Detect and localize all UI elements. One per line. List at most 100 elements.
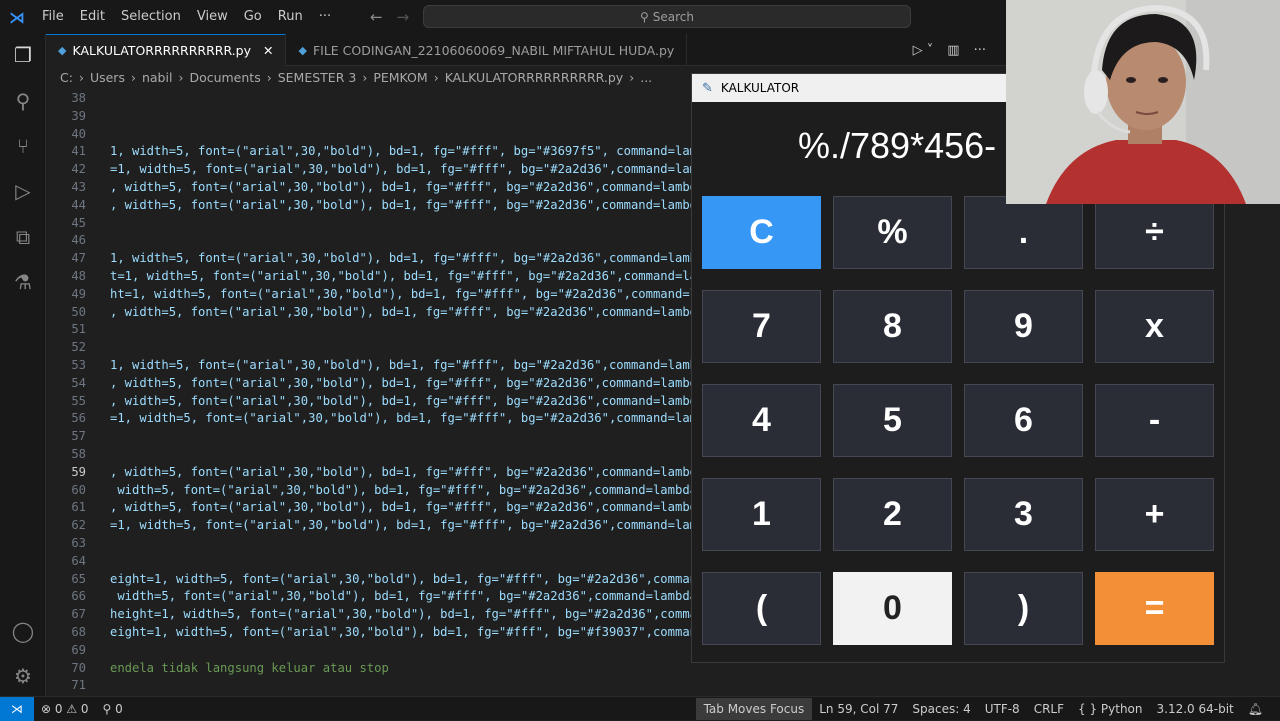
breadcrumb-item[interactable]: ... <box>640 70 652 85</box>
encoding[interactable]: UTF-8 <box>978 702 1027 716</box>
breadcrumb-item[interactable]: C: <box>60 70 73 85</box>
calc-key[interactable]: - <box>1095 384 1214 457</box>
code-line: 71 <box>46 676 691 694</box>
code-line: 57 <box>46 427 691 445</box>
calc-key[interactable]: 1 <box>702 478 821 551</box>
menu-item[interactable]: Run <box>270 0 311 34</box>
tk-feather-icon: ✎ <box>702 80 713 96</box>
problems-indicator[interactable]: ⊗ 0 ⚠ 0 <box>34 702 96 716</box>
menu-item[interactable]: Selection <box>113 0 189 34</box>
breadcrumb-item[interactable]: PEMKOM <box>373 70 427 85</box>
calc-key[interactable]: % <box>833 196 952 269</box>
line-number: 46 <box>71 233 86 248</box>
remote-indicator-icon[interactable]: ⋊ <box>0 696 34 721</box>
breadcrumb-item[interactable]: Documents <box>189 70 260 85</box>
close-tab-icon[interactable]: ✕ <box>263 43 273 58</box>
language-mode[interactable]: { } Python <box>1071 702 1150 716</box>
line-number: 45 <box>71 215 86 230</box>
account-icon[interactable]: ◯ <box>10 618 36 644</box>
line-number: 67 <box>71 607 86 622</box>
tab-file-codingan[interactable]: ◆ FILE CODINGAN_22106060069_NABIL MIFTAH… <box>286 34 688 66</box>
tab-label: FILE CODINGAN_22106060069_NABIL MIFTAHUL… <box>312 42 675 58</box>
code-editor[interactable]: 38 39 40 41 1, width=5, font=("arial",30,"bo… <box>46 88 691 695</box>
code-text: 1, width=5, font=("arial",30,"bold"), bd… <box>110 144 691 159</box>
code-text: , width=5, font=("arial",30,"bold"), bd=… <box>110 180 691 194</box>
search-view-icon[interactable]: ⚲ <box>10 88 36 114</box>
ports-indicator[interactable]: ⚲ 0 <box>96 702 130 716</box>
calc-key[interactable]: ( <box>702 572 821 645</box>
code-line: 46 <box>46 231 691 249</box>
code-line: 43 , width=5, font=("arial",30,"bold"), b… <box>46 178 691 196</box>
line-number: 70 <box>71 660 86 675</box>
indentation[interactable]: Spaces: 4 <box>905 702 977 716</box>
line-number: 50 <box>71 304 86 319</box>
source-control-icon[interactable]: ⑂ <box>10 133 36 159</box>
code-text: , width=5, font=("arial",30,"bold"), bd=… <box>110 375 691 390</box>
calc-key[interactable]: = <box>1095 572 1214 645</box>
breadcrumb-item[interactable]: nabil <box>142 70 172 85</box>
calc-key[interactable]: 8 <box>833 290 952 363</box>
calc-key[interactable]: 4 <box>702 384 821 457</box>
title-bar: ⋊ File Edit Selection View Go Run ··· ← → ⚲ Se… <box>0 0 1010 34</box>
breadcrumb-item[interactable]: SEMESTER 3 <box>278 70 357 85</box>
cursor-position[interactable]: Ln 59, Col 77 <box>812 702 905 716</box>
code-line: 62 =1, width=5, font=("arial",30,"bold"),… <box>46 516 691 534</box>
breadcrumb-separator: › <box>130 69 136 85</box>
breadcrumb-item[interactable]: Users <box>90 70 125 85</box>
notifications-bell-icon[interactable]: 🔔︎ <box>1241 702 1270 716</box>
tab-moves-focus[interactable]: Tab Moves Focus <box>695 697 813 720</box>
calc-key[interactable]: . <box>964 196 1083 269</box>
extensions-icon[interactable]: ⧉ <box>10 224 36 250</box>
settings-gear-icon[interactable]: ⚙ <box>10 663 36 689</box>
calc-key[interactable]: C <box>702 196 821 269</box>
code-line: 44 , width=5, font=("arial",30,"bold"), b… <box>46 196 691 214</box>
calc-key[interactable]: 6 <box>964 384 1083 457</box>
run-python-icon[interactable]: ▷ ˅ <box>913 43 934 58</box>
calc-key[interactable]: 0 <box>833 572 952 645</box>
calc-key[interactable]: ÷ <box>1095 196 1214 269</box>
calc-key[interactable]: 9 <box>964 290 1083 363</box>
editor-actions: ▷ ˅ ▥ ··· <box>913 34 986 66</box>
code-text: =1, width=5, font=("arial",30,"bold"), b… <box>110 518 691 533</box>
tab-kalkulator[interactable]: ◆ KALKULATORRRRRRRRRR.py ✕ <box>46 34 287 66</box>
code-line: 41 1, width=5, font=("arial",30,"bold"), … <box>46 142 691 160</box>
nav-arrows: ← → <box>370 0 409 34</box>
more-actions-icon[interactable]: ··· <box>974 43 986 58</box>
calc-key[interactable]: 3 <box>964 478 1083 551</box>
calc-key[interactable]: 2 <box>833 478 952 551</box>
menu-item[interactable]: View <box>189 0 236 34</box>
menu-more[interactable]: ··· <box>311 0 339 34</box>
code-text: , width=5, font=("arial",30,"bold"), bd=… <box>110 393 691 408</box>
calc-key[interactable]: x <box>1095 290 1214 363</box>
menu-item[interactable]: Go <box>236 0 270 34</box>
forward-arrow-icon[interactable]: → <box>397 8 410 26</box>
code-text: 1, width=5, font=("arial",30,"bold"), bd… <box>110 358 691 372</box>
calc-key[interactable]: 5 <box>833 384 952 457</box>
line-number: 59 <box>71 464 86 479</box>
line-number: 39 <box>71 108 86 123</box>
split-editor-icon[interactable]: ▥ <box>947 43 959 58</box>
line-number: 69 <box>71 642 86 657</box>
breadcrumb-separator: › <box>266 69 272 85</box>
calc-key[interactable]: 7 <box>702 290 821 363</box>
back-arrow-icon[interactable]: ← <box>370 8 383 26</box>
calc-key[interactable]: + <box>1095 478 1214 551</box>
line-number: 56 <box>71 411 86 426</box>
background-strip <box>1225 204 1280 696</box>
breadcrumb-item[interactable]: KALKULATORRRRRRRRRR.py <box>445 70 624 85</box>
python-interpreter[interactable]: 3.12.0 64-bit <box>1150 702 1241 716</box>
command-center-search[interactable]: ⚲ Search <box>423 5 911 28</box>
menu-item[interactable]: File <box>34 0 72 34</box>
code-text: =1, width=5, font=("arial",30,"bold"), b… <box>110 162 691 177</box>
code-line: 58 <box>46 445 691 463</box>
calc-key[interactable]: ) <box>964 572 1083 645</box>
explorer-icon[interactable]: ❐ <box>10 42 36 68</box>
run-debug-icon[interactable]: ▷ <box>10 178 36 204</box>
end-of-line[interactable]: CRLF <box>1027 702 1071 716</box>
code-text: width=5, font=("arial",30,"bold"), bd=1,… <box>110 589 691 604</box>
line-number: 48 <box>71 269 86 283</box>
code-text: , width=5, font=("arial",30,"bold"), bd=… <box>110 464 691 479</box>
menu-item[interactable]: Edit <box>72 0 113 34</box>
code-line: 54 , width=5, font=("arial",30,"bold"), b… <box>46 374 691 392</box>
testing-icon[interactable]: ⚗ <box>10 269 36 295</box>
